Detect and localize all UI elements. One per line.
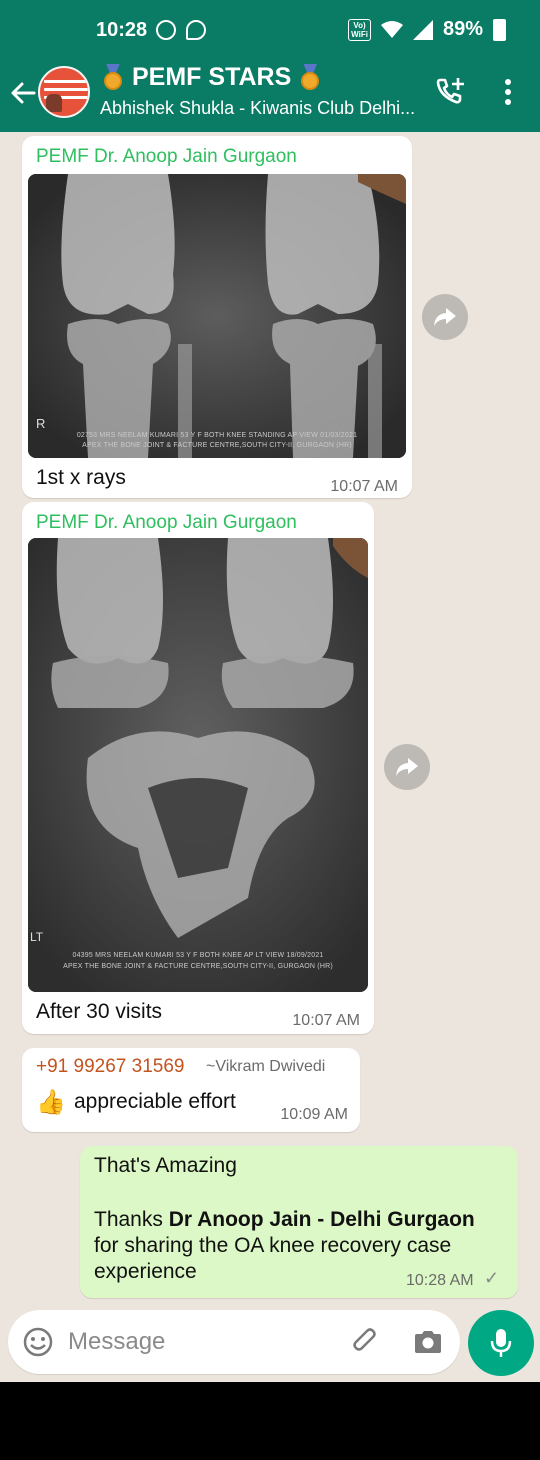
forward-button[interactable] [384, 744, 430, 790]
forward-icon [434, 308, 456, 326]
more-vertical-icon[interactable] [500, 78, 516, 106]
mic-button[interactable] [468, 1310, 534, 1376]
message-bubble[interactable]: PEMF Dr. Anoop Jain Gurgaon [22, 502, 374, 1034]
message-time: 10:07 AM [330, 478, 398, 495]
message-text: That's Amazing [94, 1154, 237, 1177]
volte-wifi-icon: Vo) WiFi [348, 18, 371, 41]
forward-button[interactable] [422, 294, 468, 340]
message-text: for sharing the OA knee recovery case [94, 1234, 452, 1257]
chat-header: PEMF STARS Abhishek Shukla - Kiwanis Clu… [0, 60, 540, 132]
camera-icon[interactable] [412, 1326, 444, 1358]
group-avatar[interactable] [38, 66, 90, 118]
status-time: 10:28 [96, 19, 148, 41]
xray-marker: R [36, 416, 46, 431]
xray-label: APEX THE BONE JOINT & FACTURE CENTRE,SOU… [82, 442, 352, 449]
message-text: experience [94, 1260, 197, 1283]
xray-image[interactable]: R 02753 MRS NEELAM KUMARI 53 Y F BOTH KN… [28, 174, 406, 458]
chat-area[interactable]: PEMF Dr. Anoop Jain Gurgaon R 02753 MRS … [0, 132, 540, 1382]
status-bar: 10:28 Vo) WiFi 89% [0, 0, 540, 60]
message-input[interactable] [68, 1326, 328, 1358]
message-text: Thanks Dr Anoop Jain - Delhi Gurgaon [94, 1208, 475, 1232]
battery-percent: 89% [442, 18, 483, 40]
message-text: appreciable effort [74, 1090, 236, 1113]
outgoing-message-bubble[interactable]: That's Amazing Thanks Dr Anoop Jain - De… [80, 1146, 518, 1298]
group-name: PEMF STARS [132, 63, 292, 91]
xray-label: APEX THE BONE JOINT & FACTURE CENTRE,SOU… [63, 963, 333, 970]
message-caption: 1st x rays [36, 466, 126, 489]
medal-icon [299, 63, 321, 92]
xray-label: 02753 MRS NEELAM KUMARI 53 Y F BOTH KNEE… [76, 432, 358, 439]
sent-tick-icon: ✓ [484, 1268, 500, 1288]
message-text-bold: Dr Anoop Jain - Delhi Gurgaon [168, 1208, 475, 1231]
forward-icon [396, 758, 418, 776]
message-text-plain: Thanks [94, 1208, 169, 1231]
emoji-icon[interactable] [22, 1326, 54, 1358]
add-call-icon[interactable] [434, 76, 466, 108]
message-sender[interactable]: PEMF Dr. Anoop Jain Gurgaon [36, 146, 297, 168]
message-sender-phone[interactable]: +91 99267 31569 [36, 1056, 184, 1078]
system-nav-area [0, 1382, 540, 1460]
xray-marker: LT [30, 930, 44, 944]
mic-icon [490, 1329, 512, 1357]
message-time: 10:09 AM [280, 1106, 348, 1123]
status-right: Vo) WiFi 89% [348, 18, 506, 41]
attach-icon[interactable] [350, 1326, 382, 1358]
message-time: 10:07 AM [292, 1012, 360, 1029]
message-sender[interactable]: PEMF Dr. Anoop Jain Gurgaon [36, 512, 297, 534]
xray-picture [28, 538, 368, 992]
message-caption: After 30 visits [36, 1000, 163, 1023]
group-title[interactable]: PEMF STARS [102, 63, 321, 92]
xray-picture [28, 174, 406, 458]
back-arrow-icon[interactable] [10, 80, 36, 106]
message-input-container[interactable] [8, 1310, 460, 1374]
message-bubble[interactable]: +91 99267 31569 ~Vikram Dwivedi 👍 apprec… [22, 1048, 360, 1132]
group-subtitle[interactable]: Abhishek Shukla - Kiwanis Club Delhi... [100, 98, 420, 119]
wifi-icon [380, 20, 403, 38]
notification-icon [186, 20, 206, 40]
message-sender-name: ~Vikram Dwivedi [206, 1058, 326, 1075]
thumbs-up-icon: 👍 [36, 1089, 66, 1116]
message-bubble[interactable]: PEMF Dr. Anoop Jain Gurgaon [22, 136, 412, 498]
xray-label: 04395 MRS NEELAM KUMARI 53 Y F BOTH KNEE… [72, 952, 324, 959]
signal-icon [412, 19, 433, 40]
message-time: 10:28 AM [406, 1272, 474, 1289]
message-input-bar [0, 1304, 540, 1382]
whatsapp-notification-icon [156, 20, 176, 40]
battery-icon [493, 18, 506, 41]
xray-image[interactable]: LT 04395 MRS NEELAM KUMARI 53 Y F BOTH K… [28, 538, 368, 992]
medal-icon [102, 63, 124, 92]
